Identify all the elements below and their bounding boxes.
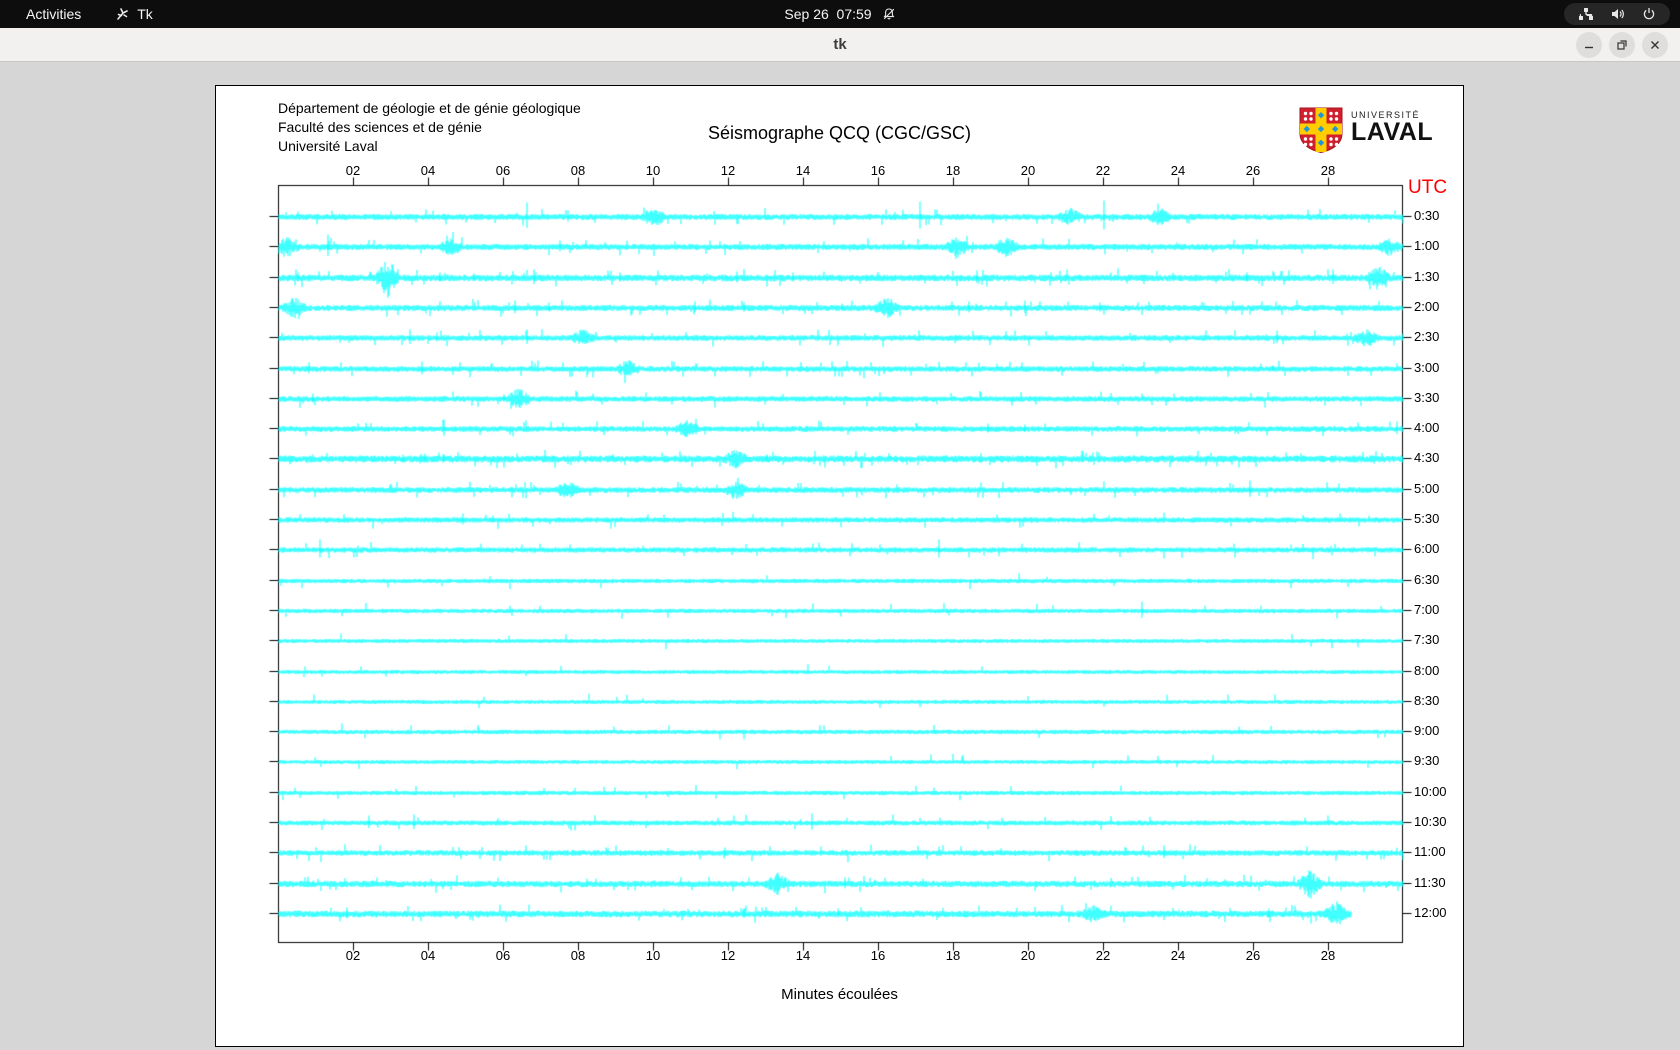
activities-button[interactable]: Activities [18,4,89,24]
window-titlebar: tk [0,28,1680,62]
focused-app-indicator[interactable]: Tk [115,6,153,22]
top-panel: Activities Tk Sep 26 07:59 [0,0,1680,28]
notifications-disabled-icon [882,7,896,21]
window-title: tk [833,36,847,53]
close-button[interactable] [1642,32,1668,58]
maximize-button[interactable] [1609,32,1635,58]
minimize-button[interactable] [1576,32,1602,58]
tk-app-icon [115,7,130,22]
volume-icon [1610,7,1626,21]
focused-app-label: Tk [137,6,153,22]
network-icon [1578,7,1594,21]
seismograph-canvas-panel: Département de géologie et de génie géol… [215,85,1465,1048]
tk-window-background: Département de géologie et de génie géol… [0,62,1680,1050]
power-icon [1642,7,1656,21]
system-tray[interactable] [1564,3,1670,25]
clock[interactable]: Sep 26 07:59 [784,6,871,22]
seismograph-plot [216,86,1465,1048]
